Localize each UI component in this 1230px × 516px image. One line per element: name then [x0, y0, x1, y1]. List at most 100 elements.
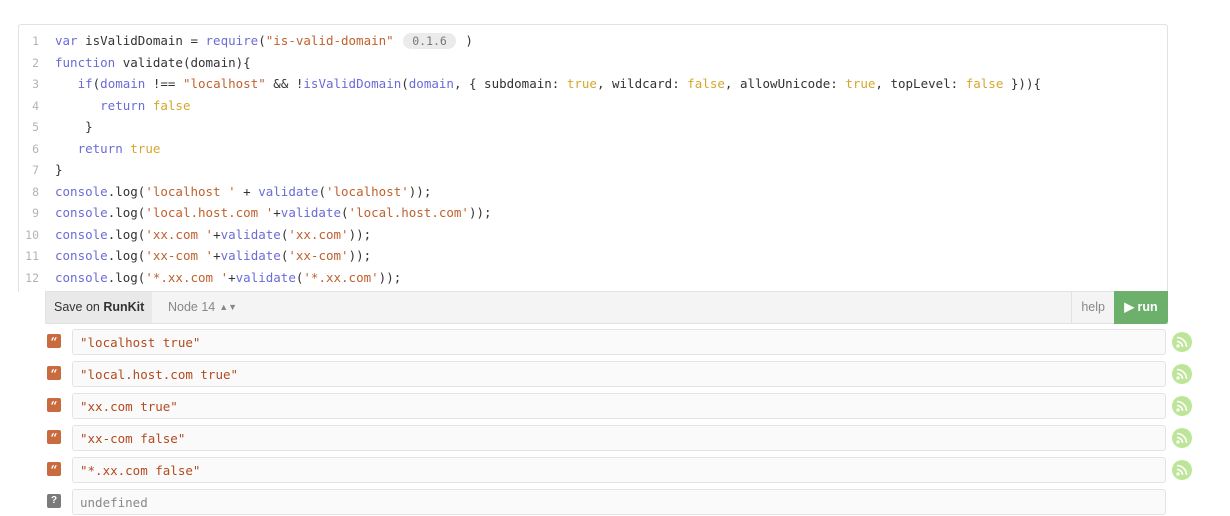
code-token: + [273, 205, 281, 220]
code-line[interactable]: 7} [19, 159, 1159, 180]
code-token: require [205, 33, 259, 48]
help-button[interactable]: help [1071, 292, 1114, 323]
code-token: )); [348, 248, 372, 263]
code-token: "localhost" [182, 76, 266, 91]
output-value[interactable]: "xx.com true" [72, 393, 1166, 419]
code-token: if [77, 76, 93, 91]
node-version-label: Node 14 [168, 300, 216, 314]
line-number: 9 [32, 206, 39, 220]
code-token: + [228, 269, 236, 285]
code-token: 'xx.com' [288, 226, 349, 242]
node-version-select[interactable]: Node 14 ▲▼ [168, 292, 237, 323]
code-token: ( [318, 183, 326, 199]
line-number: 6 [32, 141, 39, 156]
code-token: validate [280, 205, 342, 220]
code-token: true [130, 140, 161, 156]
code-token: return [100, 97, 153, 113]
code-token: validate [220, 226, 281, 242]
code-line[interactable]: 4 return false [19, 95, 1159, 116]
code-token: '*.xx.com ' [145, 269, 229, 285]
code-token: )); [468, 205, 492, 220]
output-value[interactable]: undefined [72, 489, 1166, 515]
code-token: 'local.host.com ' [145, 205, 274, 220]
code-line[interactable]: 9 console.log('local.host.com '+validate(… [19, 202, 1159, 223]
rss-endpoint-icon[interactable] [1172, 364, 1192, 384]
code-token: + [213, 248, 221, 263]
output-value[interactable]: "xx-com false" [72, 425, 1166, 451]
save-prefix: Save on [54, 300, 104, 314]
code-line[interactable]: 6 return true [19, 138, 1159, 159]
code-token: return [77, 140, 131, 156]
rss-endpoint-icon[interactable] [1172, 428, 1192, 448]
run-button[interactable]: ▶ run [1114, 291, 1168, 324]
code-token: var [55, 33, 86, 48]
output-row: “ "local.host.com true" [45, 359, 1230, 387]
code-token: )); [348, 226, 372, 242]
output-value[interactable]: "*.xx.com false" [72, 457, 1166, 483]
code-token: .log( [107, 226, 146, 242]
code-token: isValidDomain = [85, 33, 206, 48]
line-number: 2 [32, 55, 39, 70]
code-token: false [152, 97, 191, 113]
code-token: + [235, 183, 259, 199]
line-number: 4 [32, 98, 39, 113]
code-line[interactable]: 12 console.log('*.xx.com '+validate('*.xx… [19, 267, 1159, 288]
code-token: false [965, 76, 1004, 91]
output-value[interactable]: "local.host.com true" [72, 361, 1166, 387]
runkit-toolbar: Save on RunKit Node 14 ▲▼ help ▶ run [45, 291, 1168, 324]
code-token: function [55, 54, 123, 70]
code-token: , topLevel: [875, 76, 966, 91]
line-number: 1 [32, 34, 39, 48]
code-token: validate [258, 183, 319, 199]
line-number: 7 [32, 163, 39, 177]
code-token: } [55, 119, 93, 134]
save-on-runkit-button[interactable]: Save on RunKit [46, 292, 153, 323]
code-token: + [213, 226, 221, 242]
code-token: 'xx.com ' [145, 226, 214, 242]
rss-endpoint-icon[interactable] [1172, 460, 1192, 480]
code-line[interactable]: 2 function validate(domain){ [19, 52, 1159, 73]
code-line[interactable]: 5 } [19, 116, 1159, 137]
code-token: domain [408, 76, 454, 91]
code-token: && ! [265, 76, 304, 91]
output-row: “ "localhost true" [45, 327, 1230, 355]
code-token: validate(domain){ [122, 54, 251, 70]
code-token: 'localhost' [325, 183, 409, 199]
code-token: })){ [1003, 76, 1042, 91]
rss-endpoint-icon[interactable] [1172, 332, 1192, 352]
code-token: 'xx-com ' [145, 248, 214, 263]
code-token: , wildcard: [596, 76, 688, 91]
code-token: .log( [107, 269, 146, 285]
code-token: .log( [107, 248, 146, 263]
line-number: 11 [25, 249, 39, 263]
code-line[interactable]: 1 var isValidDomain = require("is-valid-d… [19, 30, 1159, 51]
code-line[interactable]: 11 console.log('xx-com '+validate('xx-com… [19, 245, 1159, 266]
rss-endpoint-icon[interactable] [1172, 396, 1192, 416]
code-line[interactable]: 3 if(domain !== "localhost" && !isValidD… [19, 73, 1159, 94]
code-token: true [566, 76, 597, 91]
code-token: 'local.host.com' [348, 205, 469, 220]
quote-icon: “ [47, 334, 61, 349]
code-token: console [55, 205, 108, 220]
code-token: validate [235, 269, 296, 285]
code-token: , { subdomain: [453, 76, 567, 91]
sort-arrows-icon: ▲▼ [219, 302, 238, 312]
code-token: true [845, 76, 876, 91]
code-token: '*.xx.com' [303, 269, 379, 285]
output-row: ? undefined [45, 487, 1230, 515]
code-token: 'xx-com' [288, 248, 349, 263]
output-row: “ "*.xx.com false" [45, 455, 1230, 483]
output-value[interactable]: "localhost true" [72, 329, 1166, 355]
line-number: 3 [32, 77, 39, 91]
package-version-badge[interactable]: 0.1.6 [403, 33, 456, 49]
quote-icon: “ [47, 462, 61, 477]
code-line[interactable]: 8 console.log('localhost ' + validate('lo… [19, 181, 1159, 202]
line-number: 5 [32, 120, 39, 134]
quote-icon: “ [47, 366, 61, 381]
code-token: false [687, 76, 725, 91]
code-token: isValidDomain [303, 76, 402, 91]
code-line[interactable]: 10 console.log('xx.com '+validate('xx.com… [19, 224, 1159, 245]
code-token: )); [408, 183, 432, 199]
code-editor[interactable]: 1 var isValidDomain = require("is-valid-d… [18, 24, 1168, 292]
